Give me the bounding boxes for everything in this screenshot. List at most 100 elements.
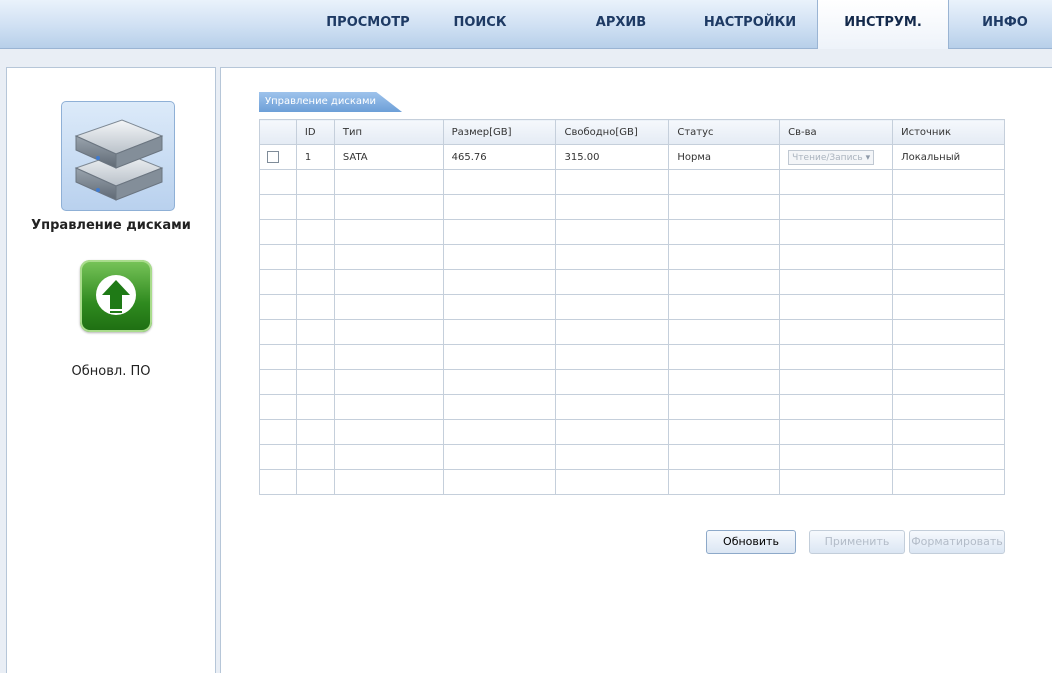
empty-cell <box>779 419 894 445</box>
apply-button[interactable]: Применить <box>809 530 905 554</box>
cell-size: 465.76 <box>442 144 557 170</box>
empty-cell <box>892 444 1005 470</box>
empty-cell <box>892 294 1005 320</box>
tools-sidebar: Управление дисками Обновл. ПО <box>6 67 216 673</box>
empty-cell <box>555 394 670 420</box>
tab-search[interactable]: ПОИСК <box>432 0 528 48</box>
empty-cell <box>259 269 297 295</box>
section-tab-disk-management: Управление дисками <box>259 92 403 112</box>
empty-cell <box>259 444 297 470</box>
empty-cell <box>295 369 335 395</box>
disk-management-button[interactable] <box>61 101 175 211</box>
empty-cell <box>295 269 335 295</box>
empty-cell <box>892 269 1005 295</box>
cell-id: 1 <box>295 144 335 170</box>
empty-cell <box>892 394 1005 420</box>
empty-cell <box>259 469 297 495</box>
empty-cell <box>295 319 335 345</box>
format-button[interactable]: Форматировать <box>909 530 1005 554</box>
empty-cell <box>892 419 1005 445</box>
empty-cell <box>259 294 297 320</box>
empty-cell <box>779 169 894 195</box>
empty-cell <box>892 169 1005 195</box>
table-row <box>259 269 1005 295</box>
empty-cell <box>442 169 557 195</box>
empty-cell <box>555 244 670 270</box>
empty-cell <box>295 469 335 495</box>
header-size: Размер[GB] <box>442 119 557 145</box>
empty-cell <box>555 369 670 395</box>
empty-cell <box>779 244 894 270</box>
table-row <box>259 244 1005 270</box>
disk-management-label[interactable]: Управление дисками <box>7 218 215 233</box>
empty-cell <box>442 444 557 470</box>
empty-cell <box>259 219 297 245</box>
empty-cell <box>555 219 670 245</box>
tab-preview[interactable]: ПРОСМОТР <box>313 0 423 48</box>
empty-cell <box>668 369 781 395</box>
empty-cell <box>668 244 781 270</box>
empty-cell <box>779 194 894 220</box>
empty-cell <box>892 369 1005 395</box>
empty-cell <box>295 194 335 220</box>
tab-tools[interactable]: ИНСТРУМ. <box>817 0 949 49</box>
disk-table: ID Тип Размер[GB] Свободно[GB] Статус Св… <box>259 119 1005 495</box>
cell-type: SATA <box>333 144 444 170</box>
cell-free: 315.00 <box>555 144 670 170</box>
empty-cell <box>892 469 1005 495</box>
empty-cell <box>295 294 335 320</box>
refresh-button[interactable]: Обновить <box>706 530 796 554</box>
empty-cell <box>779 444 894 470</box>
table-row <box>259 419 1005 445</box>
empty-cell <box>668 419 781 445</box>
table-row[interactable]: 1 SATA 465.76 315.00 Норма Чтение/Запись… <box>259 144 1005 170</box>
empty-cell <box>295 394 335 420</box>
empty-cell <box>668 219 781 245</box>
property-select[interactable]: Чтение/Запись ▾ <box>788 149 875 165</box>
empty-cell <box>668 269 781 295</box>
row-checkbox[interactable] <box>267 151 279 163</box>
table-row <box>259 469 1005 495</box>
empty-cell <box>333 319 444 345</box>
table-row <box>259 169 1005 195</box>
empty-cell <box>442 294 557 320</box>
empty-cell <box>333 194 444 220</box>
empty-cell <box>333 444 444 470</box>
table-row <box>259 394 1005 420</box>
empty-cell <box>668 169 781 195</box>
empty-cell <box>333 169 444 195</box>
chevron-down-icon: ▾ <box>865 152 871 163</box>
empty-cell <box>555 294 670 320</box>
firmware-update-button[interactable] <box>80 260 152 332</box>
firmware-update-label[interactable]: Обновл. ПО <box>7 364 215 379</box>
table-row <box>259 219 1005 245</box>
cell-source: Локальный <box>892 144 1005 170</box>
table-row <box>259 444 1005 470</box>
empty-cell <box>295 419 335 445</box>
empty-cell <box>892 319 1005 345</box>
empty-cell <box>779 344 894 370</box>
table-row <box>259 194 1005 220</box>
header-source: Источник <box>892 119 1005 145</box>
tab-settings[interactable]: НАСТРОЙКИ <box>690 0 810 48</box>
empty-cell <box>333 394 444 420</box>
empty-cell <box>259 194 297 220</box>
empty-cell <box>779 369 894 395</box>
tab-info[interactable]: ИНФО <box>962 0 1048 48</box>
header-status: Статус <box>668 119 781 145</box>
empty-cell <box>442 344 557 370</box>
empty-cell <box>333 219 444 245</box>
empty-cell <box>295 169 335 195</box>
empty-cell <box>333 269 444 295</box>
empty-cell <box>333 344 444 370</box>
tab-archive[interactable]: АРХИВ <box>573 0 669 48</box>
empty-cell <box>779 319 894 345</box>
empty-cell <box>442 244 557 270</box>
empty-cell <box>668 394 781 420</box>
table-row <box>259 344 1005 370</box>
empty-cell <box>333 244 444 270</box>
table-row <box>259 319 1005 345</box>
hdd-stack-icon <box>74 119 164 201</box>
empty-cell <box>259 169 297 195</box>
empty-cell <box>333 469 444 495</box>
